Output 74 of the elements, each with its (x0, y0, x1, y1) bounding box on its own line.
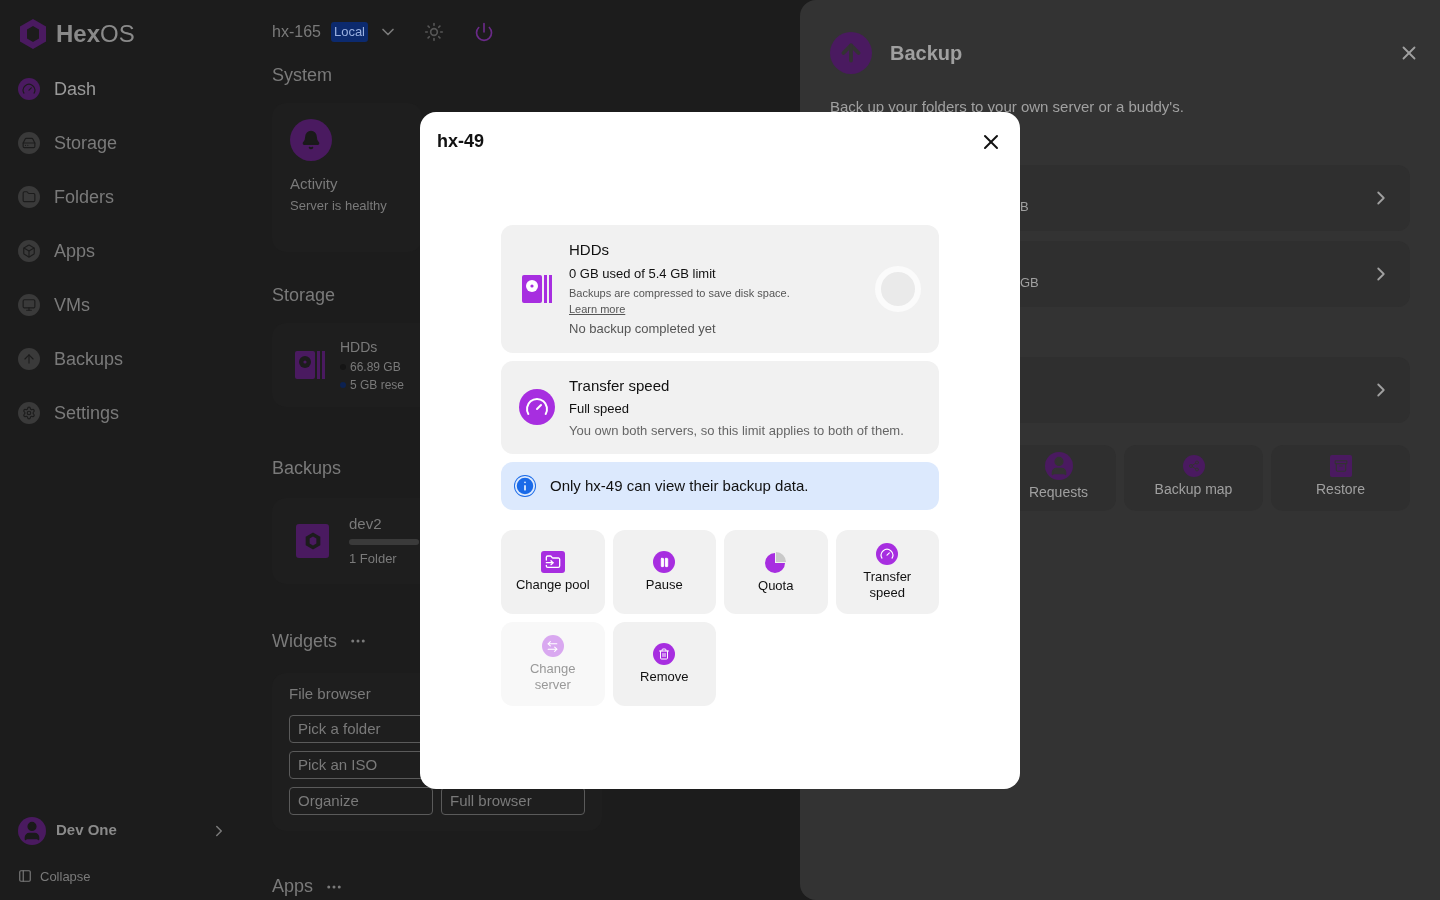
user-name[interactable]: Dev One (56, 819, 117, 842)
arrow-up-icon (18, 348, 40, 370)
action-button[interactable]: Quota (724, 530, 828, 614)
trash-icon (653, 643, 676, 665)
avatar-icon (18, 816, 46, 845)
network-icon (1182, 455, 1205, 477)
action-button[interactable]: Remove (612, 622, 716, 706)
action-button[interactable]: Change pool (501, 530, 605, 614)
drive-icon (18, 132, 40, 154)
widget-title: File browser (289, 683, 371, 704)
modal-title: hx-49 (437, 130, 485, 153)
pool-name: HDDs (569, 240, 610, 260)
speed-value: Full speed (569, 400, 630, 418)
folder-icon (18, 186, 40, 208)
sidebar-item[interactable]: Settings (18, 398, 120, 428)
pause-icon (653, 551, 676, 573)
local-badge: Local (330, 22, 368, 42)
speed-note: You own both servers, so this limit applies to both of them. (569, 421, 904, 440)
hard-disk-icon (521, 272, 553, 305)
collapse-button[interactable]: Collapse (18, 866, 232, 886)
row-detail: B (1020, 197, 1029, 216)
sidebar-item[interactable]: Storage (18, 128, 118, 158)
panel-tile[interactable]: Backup map (1124, 444, 1263, 511)
card-title: Activity (290, 174, 338, 194)
brand-name: HexOS (56, 19, 135, 49)
hard-disk-icon (294, 349, 326, 382)
sidebar-item[interactable]: Dash (18, 74, 97, 104)
sun-icon[interactable] (424, 22, 444, 42)
pool-status: No backup completed yet (569, 320, 717, 338)
action-button[interactable]: Pause (612, 530, 716, 614)
folder-count: 1 Folder (349, 550, 398, 569)
gauge-icon (18, 78, 40, 100)
monitor-icon (18, 294, 40, 316)
gauge-icon (876, 543, 899, 565)
swap-arrows-icon (541, 635, 564, 657)
section-heading: Backups (272, 456, 342, 480)
cube-icon (18, 240, 40, 262)
pie-chart-icon (763, 550, 788, 574)
sidebar-item[interactable]: Folders (18, 182, 115, 212)
speed-title: Transfer speed (569, 375, 671, 396)
panel-title: Backup (890, 41, 963, 66)
widget-button[interactable]: Organize (289, 787, 433, 815)
row-detail: GB (1020, 273, 1039, 292)
card-status: Server is healthy (290, 196, 387, 215)
usage-text: 66.89 GB (350, 358, 401, 376)
info-icon (514, 475, 536, 497)
tile-label: Backup map (1154, 480, 1233, 499)
settings-icon (18, 402, 40, 424)
learn-more-link[interactable]: Learn more (569, 303, 626, 315)
section-heading: Apps (272, 875, 314, 898)
panel-tile[interactable]: Restore (1271, 444, 1410, 511)
backup-name: dev2 (349, 513, 383, 534)
hexagon-logo-icon (18, 18, 48, 50)
sidebar-item[interactable]: VMs (18, 290, 90, 320)
section-heading: Widgets (272, 629, 338, 653)
section-heading: Storage (272, 284, 336, 308)
tile-label: Requests (1028, 483, 1089, 502)
panel-icon (18, 869, 32, 884)
pool-usage: 0 GB used of 5.4 GB limit (569, 264, 717, 283)
action-button[interactable]: Transfer speed (835, 530, 939, 614)
sidebar-item[interactable]: Apps (18, 236, 96, 266)
pool-name: HDDs (340, 337, 379, 357)
bell-icon (290, 119, 332, 161)
person-icon (1044, 452, 1073, 480)
usage-text: 5 GB rese (350, 376, 405, 394)
archive-icon (1329, 455, 1352, 477)
sidebar-item[interactable]: Backups (18, 344, 124, 374)
section-heading: System (272, 64, 332, 87)
server-name[interactable]: hx-165 (272, 20, 321, 44)
tile-label: Restore (1316, 480, 1365, 499)
gauge-icon (519, 389, 555, 426)
upload-icon (830, 32, 872, 74)
pool-note: Backups are compressed to save disk space. Learn more (569, 286, 791, 317)
info-text: Only hx-49 can view their backup data. (550, 475, 809, 496)
